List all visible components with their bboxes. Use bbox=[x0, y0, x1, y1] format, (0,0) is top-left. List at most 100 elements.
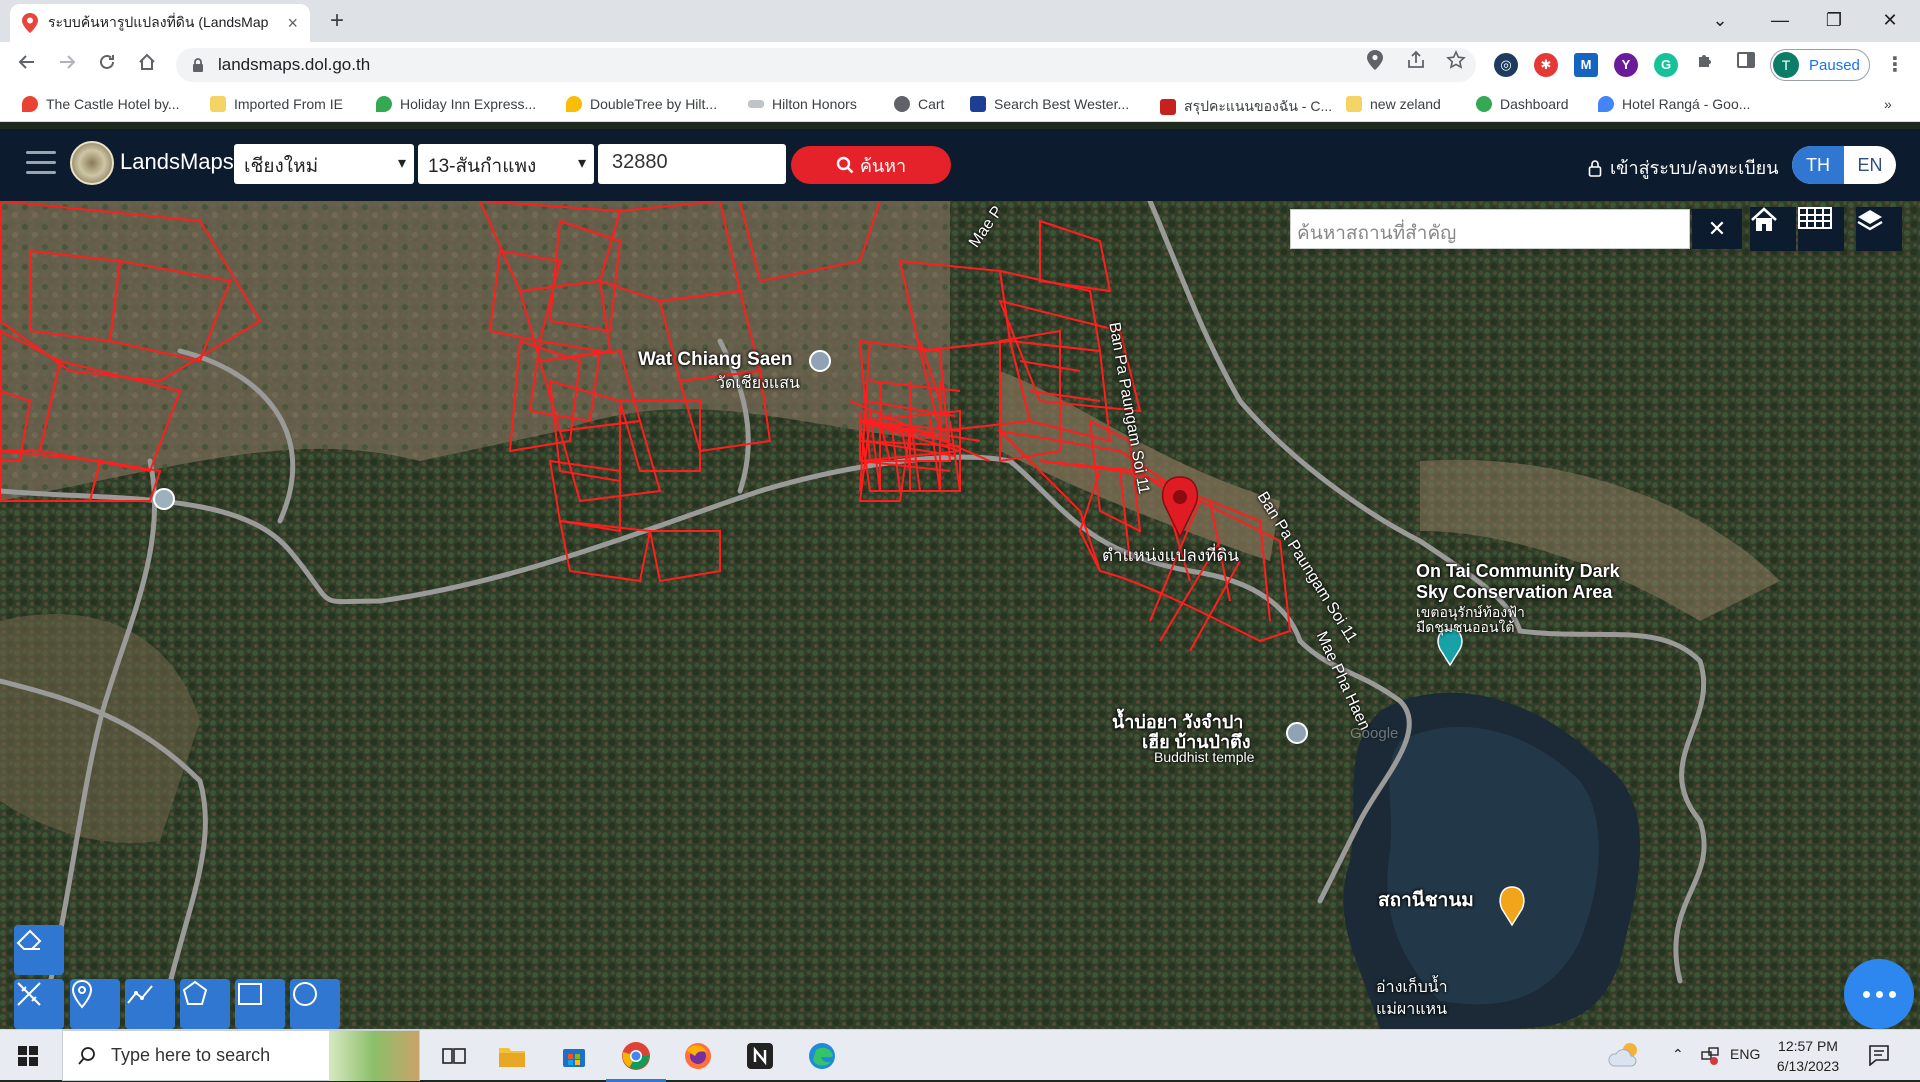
notifications-icon[interactable] bbox=[1868, 1044, 1890, 1066]
eraser-tool-button[interactable] bbox=[14, 925, 64, 975]
province-select[interactable]: เชียงใหม่ ▾ bbox=[234, 144, 414, 184]
label-parcel-location: ตำแหน่งแปลงที่ดิน bbox=[1102, 546, 1240, 565]
taskbar-search-box[interactable]: Type here to search bbox=[62, 1030, 420, 1081]
task-view-icon[interactable] bbox=[436, 1038, 472, 1074]
folder-icon bbox=[1346, 96, 1362, 112]
chrome-menu-icon[interactable]: ⋮ bbox=[1880, 50, 1910, 80]
label-wat-chiang-saen-th: วัดเชียงแสน bbox=[716, 375, 800, 392]
rectangle-tool-button[interactable] bbox=[235, 979, 285, 1029]
chevron-down-icon: ▾ bbox=[577, 155, 586, 172]
location-icon[interactable] bbox=[1366, 50, 1384, 70]
globe-icon bbox=[894, 96, 910, 112]
taskbar-clock[interactable]: 12:57 PM 6/13/2023 bbox=[1760, 1036, 1856, 1076]
extensions-puzzle-icon[interactable] bbox=[1696, 50, 1716, 70]
layers-button[interactable] bbox=[1856, 207, 1902, 251]
search-icon bbox=[836, 156, 854, 174]
search-button[interactable]: ค้นหา bbox=[791, 146, 951, 184]
extension-2-icon[interactable]: ✱ bbox=[1534, 53, 1558, 77]
bookmark-item[interactable]: Holiday Inn Express... bbox=[376, 96, 536, 112]
windows-start-icon[interactable] bbox=[18, 1046, 38, 1066]
polygon-tool-button[interactable] bbox=[180, 979, 230, 1029]
reload-icon bbox=[100, 54, 114, 69]
new-tab-button[interactable]: + bbox=[322, 6, 352, 36]
lang-th-button[interactable]: TH bbox=[1792, 146, 1844, 184]
profile-status: Paused bbox=[1809, 56, 1860, 74]
tray-overflow-icon[interactable]: ⌃ bbox=[1672, 1046, 1684, 1063]
clear-drawing-button[interactable] bbox=[14, 979, 64, 1029]
layers-icon bbox=[1857, 210, 1883, 231]
bookmark-item[interactable]: Hilton Honors bbox=[748, 96, 857, 112]
label-wat-chiang-saen: Wat Chiang Saen bbox=[638, 349, 793, 370]
browser-toolbar: landsmaps.dol.go.th ◎ ✱ M Y G T Paused ⋮ bbox=[0, 42, 1920, 88]
weather-icon[interactable] bbox=[1608, 1040, 1642, 1070]
satellite-map[interactable]: Wat Chiang Saen วัดเชียงแสน ตำแหน่งแปลงท… bbox=[0, 201, 1920, 1029]
parcel-number-input[interactable]: 32880 bbox=[598, 144, 786, 184]
bookmark-item[interactable]: Cart bbox=[894, 96, 944, 112]
map-pin-icon bbox=[71, 979, 93, 1009]
side-panel-icon[interactable] bbox=[1736, 50, 1756, 70]
maps-pin-icon bbox=[376, 96, 392, 112]
microsoft-store-icon[interactable] bbox=[556, 1038, 592, 1074]
windows-taskbar: Type here to search ⌃ ENG 12:57 PM 6/13/… bbox=[0, 1029, 1920, 1082]
lang-en-button[interactable]: EN bbox=[1844, 146, 1896, 184]
marker-tool-button[interactable] bbox=[70, 979, 120, 1029]
bookmark-item[interactable]: Search Best Wester... bbox=[970, 96, 1129, 112]
brand-name: LandsMaps bbox=[120, 149, 234, 174]
home-button[interactable] bbox=[132, 50, 162, 80]
place-search-clear-button[interactable]: ✕ bbox=[1692, 209, 1742, 249]
menu-hamburger-icon[interactable] bbox=[26, 151, 56, 177]
clock-date: 6/13/2023 bbox=[1776, 1058, 1840, 1074]
c-logo-icon bbox=[1160, 99, 1176, 115]
login-link[interactable]: เข้าสู่ระบบ/ลงทะเบียน bbox=[1588, 153, 1779, 182]
reload-button[interactable] bbox=[92, 50, 122, 80]
share-icon[interactable] bbox=[1406, 50, 1426, 70]
minimize-button[interactable]: — bbox=[1752, 0, 1808, 42]
address-bar[interactable]: landsmaps.dol.go.th bbox=[176, 48, 1476, 82]
home-icon bbox=[139, 53, 155, 70]
bookmarks-bar: The Castle Hotel by... Imported From IE … bbox=[0, 88, 1920, 122]
tab-search-dropdown-icon[interactable]: ⌄ bbox=[1692, 0, 1748, 42]
label-on-tai-2: Sky Conservation Area bbox=[1416, 582, 1613, 602]
bookmark-star-icon[interactable] bbox=[1446, 50, 1466, 70]
browser-tab-active[interactable]: ระบบค้นหารูปแปลงที่ดิน (LandsMaps × bbox=[10, 4, 310, 42]
bookmark-item[interactable]: DoubleTree by Hilt... bbox=[566, 96, 717, 112]
circle-tool-button[interactable] bbox=[290, 979, 340, 1029]
bookmark-folder[interactable]: new zeland bbox=[1346, 96, 1441, 112]
circle-icon bbox=[293, 982, 317, 1006]
polyline-tool-button[interactable] bbox=[125, 979, 175, 1029]
login-label: เข้าสู่ระบบ/ลงทะเบียน bbox=[1610, 158, 1779, 178]
label-sathani: สถานีชานม bbox=[1378, 890, 1474, 911]
notion-taskbar-icon[interactable] bbox=[742, 1038, 778, 1074]
bookmark-item[interactable]: The Castle Hotel by... bbox=[22, 96, 180, 112]
bookmark-item[interactable]: สรุปคะแนนของฉัน - C... bbox=[1160, 96, 1332, 118]
search-button-label: ค้นหา bbox=[859, 155, 907, 176]
extension-grammarly-icon[interactable]: G bbox=[1654, 53, 1678, 77]
edge-taskbar-icon[interactable] bbox=[804, 1038, 840, 1074]
forward-button[interactable] bbox=[52, 50, 82, 80]
home-view-button[interactable] bbox=[1750, 207, 1796, 251]
bookmarks-overflow-icon[interactable]: » bbox=[1884, 96, 1892, 112]
restore-button[interactable]: ❐ bbox=[1806, 0, 1862, 42]
extension-3-icon[interactable]: M bbox=[1574, 53, 1598, 77]
district-select[interactable]: 13-สันกำแพง ▾ bbox=[418, 144, 594, 184]
lock-icon bbox=[1588, 159, 1602, 177]
back-button[interactable] bbox=[12, 50, 42, 80]
bookmark-item[interactable]: Hotel Rangá - Goo... bbox=[1598, 96, 1750, 112]
input-language-label[interactable]: ENG bbox=[1730, 1046, 1760, 1062]
province-value: เชียงใหม่ bbox=[244, 156, 319, 177]
close-window-button[interactable]: ✕ bbox=[1862, 0, 1918, 42]
extension-yahoo-icon[interactable]: Y bbox=[1614, 53, 1638, 77]
chrome-taskbar-icon[interactable] bbox=[606, 1038, 666, 1082]
network-icon[interactable] bbox=[1700, 1046, 1720, 1066]
tab-close-icon[interactable]: × bbox=[287, 13, 298, 34]
firefox-taskbar-icon[interactable] bbox=[680, 1038, 716, 1074]
bookmark-folder[interactable]: Imported From IE bbox=[210, 96, 343, 112]
bookmark-item[interactable]: Dashboard bbox=[1476, 96, 1569, 112]
file-explorer-icon[interactable] bbox=[494, 1038, 530, 1074]
profile-button[interactable]: T Paused bbox=[1770, 49, 1870, 81]
rectangle-icon bbox=[238, 983, 262, 1005]
place-search-input[interactable]: ค้นหาสถานที่สำคัญ bbox=[1290, 209, 1690, 249]
extension-1-icon[interactable]: ◎ bbox=[1494, 53, 1518, 77]
chat-more-button[interactable] bbox=[1844, 959, 1914, 1029]
grid-view-button[interactable] bbox=[1798, 207, 1844, 251]
